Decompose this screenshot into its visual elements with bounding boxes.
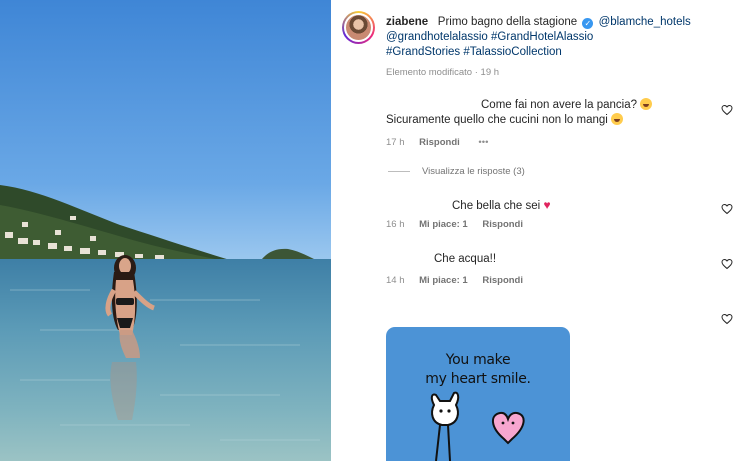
hashtag-link[interactable]: #TalassioCollection — [463, 46, 561, 58]
sticker-illustration — [430, 391, 525, 461]
comment-item: Che acqua!! — [386, 252, 706, 267]
more-options-button[interactable]: ••• — [478, 137, 488, 148]
comment-text: Sicuramente quello che cucini non lo man… — [386, 114, 608, 126]
hashtag-link[interactable]: #GrandStories — [386, 46, 460, 58]
reply-button[interactable]: Rispondi — [419, 137, 460, 148]
username-link[interactable]: ziabene — [386, 16, 428, 28]
tag-link[interactable]: @grandhotelalassio — [386, 31, 488, 43]
likes-count[interactable]: Mi piace: 1 — [419, 275, 468, 286]
post-time[interactable]: 19 h — [481, 67, 500, 78]
comment-text: Che bella che sei — [452, 200, 541, 212]
surprised-emoji-icon — [640, 98, 653, 110]
reply-button[interactable]: Rispondi — [482, 219, 523, 230]
comment-text: Che acqua!! — [434, 253, 497, 265]
comment-item: Che bella che sei ♥ — [386, 198, 706, 214]
post-photo — [0, 0, 331, 461]
replies-line — [388, 171, 410, 172]
beach-photo-image — [0, 0, 331, 461]
likes-count[interactable]: Mi piace: 1 — [419, 219, 468, 230]
comment-meta: 17 h Rispondi ••• — [386, 137, 500, 148]
laughing-emoji-icon — [611, 113, 624, 125]
user-avatar[interactable] — [342, 11, 375, 44]
view-replies-button[interactable]: Visualizza le risposte (3) — [388, 166, 525, 177]
heart-outline-icon[interactable] — [721, 258, 733, 270]
heart-outline-icon[interactable] — [721, 313, 733, 325]
comment-time[interactable]: 16 h — [386, 219, 405, 230]
comment-time[interactable]: 14 h — [386, 275, 405, 286]
comment-meta: 14 h Mi piace: 1 Rispondi — [386, 275, 535, 286]
heart-outline-icon[interactable] — [721, 104, 733, 116]
sticker-image: You make my heart smile. — [386, 327, 570, 461]
comment-text: Come fai non avere la pancia? — [481, 99, 637, 111]
heart-outline-icon[interactable] — [721, 203, 733, 215]
caption-text: Primo bagno della stagione — [437, 16, 578, 28]
comment-time[interactable]: 17 h — [386, 137, 405, 148]
comment-item: Come fai non avere la pancia? Sicurament… — [386, 98, 706, 128]
caption-meta: Elemento modificato · 19 h — [386, 67, 499, 78]
view-replies-label: Visualizza le risposte (3) — [422, 166, 525, 177]
comment-meta: 16 h Mi piace: 1 Rispondi — [386, 219, 535, 230]
meta-separator: · — [474, 67, 478, 78]
comments-panel: ziabene Primo bagno della stagione ✓ @bl… — [331, 0, 740, 461]
tag-link[interactable]: @blamche_hotels — [599, 16, 691, 28]
post-caption: ziabene Primo bagno della stagione ✓ @bl… — [386, 15, 731, 60]
avatar-image — [344, 13, 373, 42]
hashtag-link[interactable]: #GrandHotelAlassio — [491, 31, 593, 43]
reply-button[interactable]: Rispondi — [482, 275, 523, 286]
heart-emoji-icon: ♥ — [543, 198, 551, 212]
verified-badge-icon: ✓ — [582, 18, 594, 29]
edited-label: Elemento modificato — [386, 67, 473, 78]
